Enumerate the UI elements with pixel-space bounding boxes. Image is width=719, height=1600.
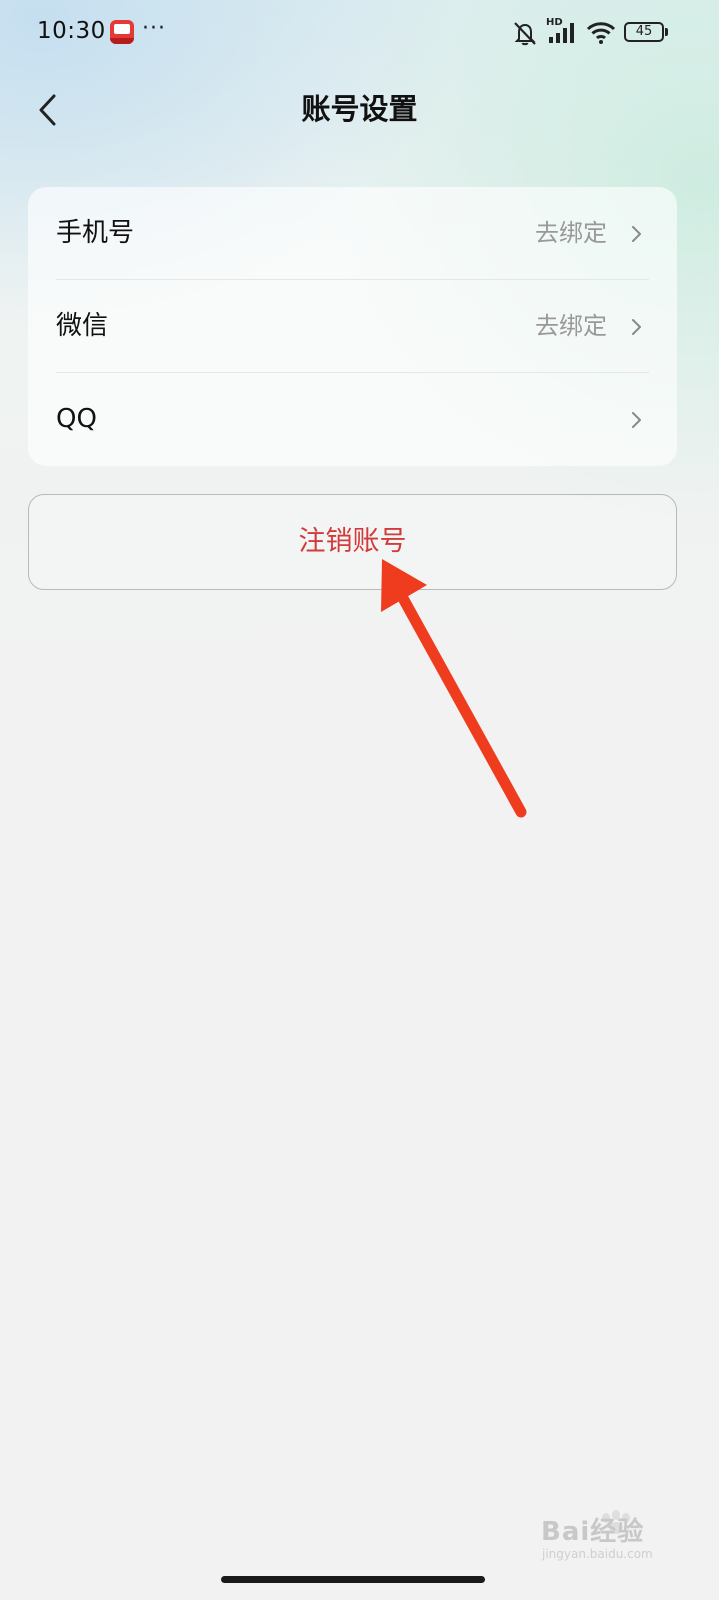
battery-tip [665, 28, 668, 36]
home-indicator[interactable] [221, 1576, 485, 1583]
bell-muted-icon [514, 22, 536, 46]
row-label: QQ [56, 404, 97, 434]
battery-icon: 45 [624, 22, 664, 42]
settings-row-phone[interactable]: 手机号 去绑定 [28, 187, 677, 280]
deactivate-account-button[interactable]: 注销账号 [28, 494, 677, 590]
row-value: 去绑定 [535, 312, 607, 340]
watermark-subtext: jingyan.baidu.com [542, 1547, 653, 1561]
status-bar: 10:30 ··· HD 45 [0, 0, 719, 66]
more-icon: ··· [142, 16, 166, 41]
watermark-text: Bai经验 [541, 1517, 645, 1547]
chevron-left-icon [39, 94, 56, 126]
account-bindings-card: 手机号 去绑定 微信 去绑定 QQ [28, 187, 677, 466]
page-title: 账号设置 [301, 92, 418, 126]
settings-row-qq[interactable]: QQ [28, 373, 677, 466]
chevron-right-icon [632, 319, 641, 335]
settings-row-wechat[interactable]: 微信 去绑定 [28, 280, 677, 373]
chevron-right-icon [632, 412, 641, 428]
row-label: 手机号 [56, 218, 135, 248]
chevron-right-icon [632, 226, 641, 242]
signal-icon [549, 23, 574, 43]
app-notification-icon [110, 20, 134, 44]
row-value: 去绑定 [535, 219, 607, 247]
status-time: 10:30 [37, 18, 106, 44]
row-label: 微信 [56, 311, 109, 341]
back-button[interactable] [30, 88, 70, 132]
wifi-icon [586, 22, 616, 44]
